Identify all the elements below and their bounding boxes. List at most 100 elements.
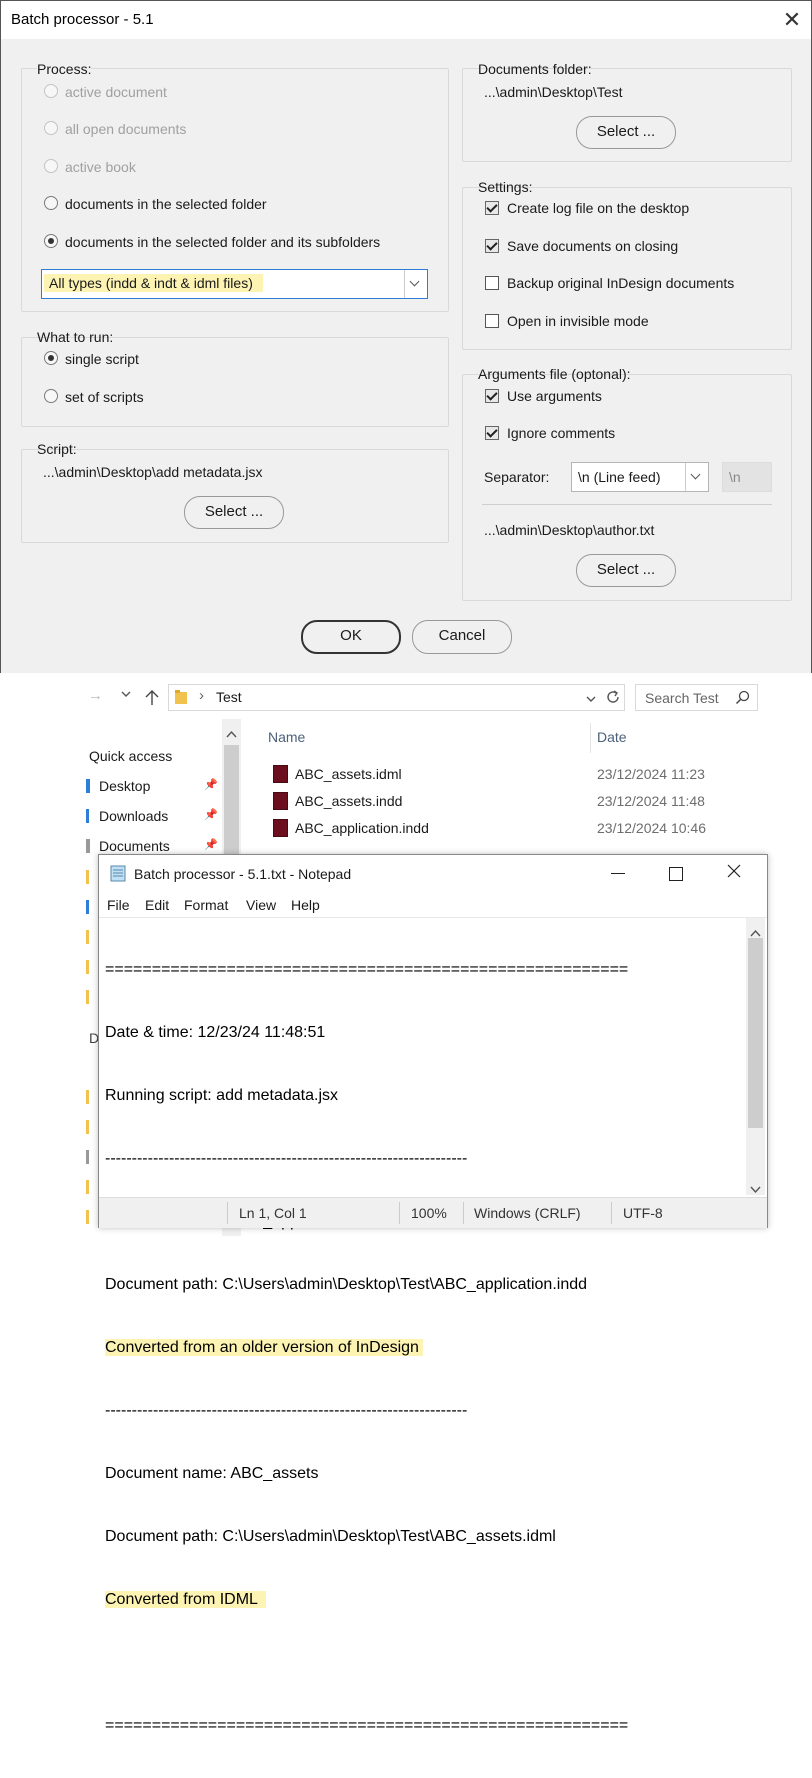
- address-dropdown-icon[interactable]: [585, 692, 597, 708]
- separator-dropdown[interactable]: \n (Line feed): [571, 462, 709, 492]
- recent-dropdown-icon[interactable]: [120, 687, 132, 699]
- radio-set-of-scripts-label[interactable]: set of scripts: [65, 389, 144, 405]
- checkbox-ignore-comments[interactable]: [485, 426, 499, 440]
- text-line: [105, 1652, 745, 1673]
- file-date: 23/12/2024 11:23: [597, 766, 705, 782]
- address-bar[interactable]: › Test: [168, 684, 625, 711]
- documents-icon: [86, 839, 90, 853]
- text-line: ========================================…: [105, 961, 629, 978]
- menu-file[interactable]: File: [107, 897, 130, 913]
- text-line: Document path: C:\Users\admin\Desktop\Te…: [105, 1528, 556, 1545]
- checkbox-invisible-mode-label[interactable]: Open in invisible mode: [507, 313, 649, 329]
- radio-active-document: [44, 84, 58, 98]
- text-line: Running script: add metadata.jsx: [105, 1087, 339, 1104]
- status-line-endings: Windows (CRLF): [474, 1205, 581, 1221]
- notepad-scrollbar[interactable]: [746, 918, 765, 1195]
- arguments-select-button[interactable]: Select ...: [576, 554, 676, 587]
- arguments-divider: [482, 504, 772, 505]
- checkbox-invisible-mode[interactable]: [485, 314, 499, 328]
- radio-all-open-documents-label: all open documents: [65, 121, 187, 137]
- script-path: ...\admin\Desktop\add metadata.jsx: [43, 464, 263, 480]
- text-line-container: Converted from an older version of InDes…: [105, 1337, 745, 1358]
- scroll-up-icon[interactable]: [226, 725, 237, 741]
- checkbox-ignore-comments-label[interactable]: Ignore comments: [507, 425, 615, 441]
- breadcrumb[interactable]: Test: [216, 689, 242, 705]
- radio-selected-folder-label[interactable]: documents in the selected folder: [65, 196, 267, 212]
- separator-preview: \n: [729, 469, 741, 485]
- checkbox-save-documents-label[interactable]: Save documents on closing: [507, 238, 678, 254]
- desktop-icon: [86, 779, 90, 793]
- checkbox-backup-label[interactable]: Backup original InDesign documents: [507, 275, 734, 291]
- refresh-icon[interactable]: [605, 689, 621, 705]
- checkbox-use-arguments-label[interactable]: Use arguments: [507, 388, 602, 404]
- nav-item-downloads[interactable]: Downloads: [99, 808, 168, 824]
- file-date: 23/12/2024 11:48: [597, 793, 705, 809]
- folder-icon: [86, 870, 89, 884]
- menu-edit[interactable]: Edit: [145, 897, 169, 913]
- menu-help[interactable]: Help: [291, 897, 320, 913]
- radio-single-script[interactable]: [44, 351, 58, 365]
- chevron-down-icon[interactable]: [404, 270, 427, 298]
- chevron-down-icon[interactable]: [685, 463, 708, 491]
- column-header-name[interactable]: Name: [268, 729, 305, 745]
- pin-icon[interactable]: 📌: [204, 778, 218, 791]
- file-name[interactable]: ABC_application.indd: [295, 820, 429, 836]
- checkbox-backup[interactable]: [485, 276, 499, 290]
- notepad-title: Batch processor - 5.1.txt - Notepad: [134, 866, 352, 882]
- checkbox-save-documents[interactable]: [485, 239, 499, 253]
- text-line: ----------------------------------------…: [105, 1402, 468, 1419]
- radio-folder-and-subfolders-label[interactable]: documents in the selected folder and its…: [65, 234, 380, 250]
- search-box[interactable]: Search Test: [635, 684, 758, 711]
- radio-selected-folder[interactable]: [44, 196, 58, 210]
- maximize-icon[interactable]: [669, 867, 683, 881]
- menu-format[interactable]: Format: [184, 897, 228, 913]
- folder-icon: [86, 990, 89, 1004]
- script-label: Script:: [37, 441, 77, 457]
- radio-folder-and-subfolders[interactable]: [44, 234, 58, 248]
- text-line: Document name: ABC_assets: [105, 1465, 319, 1482]
- notepad-text-area[interactable]: ========================================…: [105, 917, 745, 1778]
- checkbox-create-log[interactable]: [485, 201, 499, 215]
- checkbox-create-log-label[interactable]: Create log file on the desktop: [507, 200, 689, 216]
- nav-item-desktop[interactable]: Desktop: [99, 778, 150, 794]
- nav-item-documents[interactable]: Documents: [99, 838, 170, 854]
- notepad-app-icon: [109, 864, 127, 882]
- file-row[interactable]: ABC_assets.indd 23/12/2024 11:48: [262, 790, 762, 814]
- file-type-dropdown[interactable]: All types (indd & indt & idml files): [41, 269, 428, 299]
- search-icon[interactable]: [735, 690, 751, 706]
- menu-view[interactable]: View: [246, 897, 276, 913]
- up-arrow-icon[interactable]: [145, 688, 159, 706]
- separator-preview-field: \n: [722, 462, 772, 492]
- arguments-path: ...\admin\Desktop\author.txt: [484, 522, 655, 538]
- downloads-icon: [86, 809, 89, 823]
- ok-button[interactable]: OK: [301, 620, 401, 654]
- pin-icon[interactable]: 📌: [204, 808, 218, 821]
- status-divider: [227, 1202, 228, 1224]
- quick-access[interactable]: Quick access: [89, 748, 172, 764]
- close-icon[interactable]: [727, 864, 741, 881]
- radio-set-of-scripts[interactable]: [44, 389, 58, 403]
- close-icon[interactable]: ✕: [779, 7, 805, 33]
- scroll-down-icon[interactable]: [750, 1181, 761, 1197]
- minimize-icon[interactable]: [611, 873, 625, 874]
- notepad-scroll-thumb[interactable]: [748, 938, 763, 1128]
- column-divider[interactable]: [590, 723, 591, 753]
- pin-icon[interactable]: 📌: [204, 838, 218, 851]
- folder-icon: [86, 1180, 89, 1194]
- file-row[interactable]: ABC_assets.idml 23/12/2024 11:23: [262, 763, 762, 787]
- file-name[interactable]: ABC_assets.indd: [295, 793, 402, 809]
- checkbox-use-arguments[interactable]: [485, 389, 499, 403]
- search-input[interactable]: Search Test: [645, 690, 719, 706]
- file-name[interactable]: ABC_assets.idml: [295, 766, 402, 782]
- forward-arrow-icon[interactable]: →: [88, 687, 103, 704]
- radio-single-script-label[interactable]: single script: [65, 351, 139, 367]
- file-row[interactable]: ABC_application.indd 23/12/2024 10:46: [262, 817, 762, 841]
- separator-label: Separator:: [484, 469, 550, 485]
- radio-active-document-label: active document: [65, 84, 167, 100]
- script-select-button[interactable]: Select ...: [184, 496, 284, 529]
- column-header-date[interactable]: Date: [597, 729, 627, 745]
- documents-folder-select-button[interactable]: Select ...: [576, 116, 676, 149]
- text-line-highlighted: Converted from an older version of InDes…: [105, 1339, 423, 1356]
- cancel-button[interactable]: Cancel: [412, 620, 512, 654]
- file-type-value: All types (indd & indt & idml files): [44, 274, 263, 292]
